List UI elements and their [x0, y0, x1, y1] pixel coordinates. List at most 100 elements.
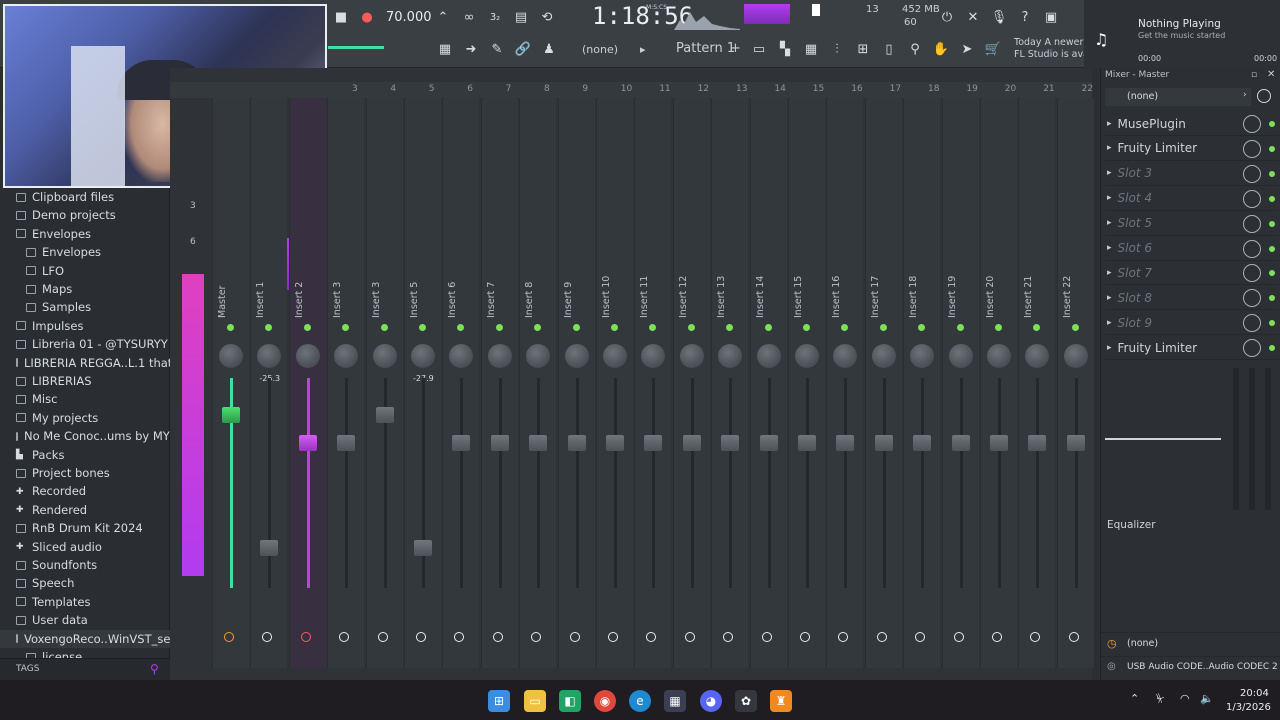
effect-slot[interactable]: ▸ Slot 5	[1105, 212, 1279, 236]
browser-item[interactable]: Envelopes	[0, 243, 170, 261]
add-pattern-button[interactable]: +	[730, 41, 741, 56]
mute-led[interactable]	[995, 324, 1002, 331]
browser-item[interactable]: Clipboard files	[0, 188, 170, 206]
slot-mix-knob[interactable]	[1243, 314, 1261, 333]
volume-fader[interactable]	[222, 406, 240, 423]
fl-recorder-icon[interactable]: ✿	[735, 690, 757, 712]
browser-item[interactable]: Demo projects	[0, 206, 170, 224]
pan-knob[interactable]	[795, 344, 819, 368]
help-icon[interactable]: ?	[1014, 6, 1036, 28]
mute-led[interactable]	[419, 324, 426, 331]
pan-knob[interactable]	[987, 344, 1011, 368]
browser-item[interactable]: Misc	[0, 390, 170, 408]
windows-start-icon[interactable]: ⊞	[488, 690, 510, 712]
piano-roll-icon[interactable]: ▦	[434, 38, 456, 60]
volume-fader[interactable]	[260, 539, 279, 556]
microphone-tray-icon[interactable]: ⏧	[1156, 692, 1165, 706]
volume-fader[interactable]	[337, 435, 356, 451]
route-button[interactable]	[454, 632, 465, 642]
tempo-display[interactable]: 70.000	[386, 10, 432, 25]
slot-mix-knob[interactable]	[1243, 339, 1261, 358]
playlist-icon[interactable]: ▭	[748, 38, 770, 60]
mixer-strip[interactable]: Insert 11	[634, 98, 672, 668]
clock-date[interactable]: 1/3/2026	[1226, 702, 1271, 713]
route-button[interactable]	[684, 632, 695, 642]
slot-enable-led[interactable]	[1269, 320, 1275, 327]
effect-slot[interactable]: ▸ Slot 4	[1105, 187, 1279, 211]
clock-time[interactable]: 20:04	[1240, 688, 1269, 699]
volume-fader[interactable]	[874, 435, 893, 451]
pan-knob[interactable]	[564, 344, 589, 368]
volume-fader[interactable]	[414, 539, 432, 556]
tools-icon[interactable]: ✕	[962, 6, 984, 28]
route-button[interactable]	[1068, 632, 1079, 642]
slot-enable-led[interactable]	[1269, 220, 1275, 227]
mute-led[interactable]	[572, 324, 580, 331]
mixer-strip[interactable]: Insert 3	[365, 98, 403, 668]
mixer-strip[interactable]: Insert 1-25.3	[250, 98, 288, 668]
effect-slot[interactable]: ▸ Slot 6	[1105, 237, 1279, 261]
pan-knob[interactable]	[411, 344, 435, 368]
route-button[interactable]	[492, 632, 503, 642]
mixer-strip[interactable]: Insert 9	[557, 98, 595, 668]
pan-knob[interactable]	[679, 344, 704, 368]
mute-led[interactable]	[380, 324, 388, 331]
touch-keyboard-icon[interactable]: ✋	[930, 38, 952, 60]
slot-mix-knob[interactable]	[1243, 289, 1261, 308]
step-sequencer-icon[interactable]: ▦	[800, 38, 822, 60]
browser-item[interactable]: Speech	[0, 574, 170, 592]
mute-led[interactable]	[687, 324, 695, 331]
route-button[interactable]	[800, 632, 810, 642]
effect-slot[interactable]: ▸ Fruity Limiter	[1105, 336, 1279, 361]
browser-item[interactable]: ▙ Packs	[0, 446, 170, 464]
mute-led[interactable]	[726, 324, 734, 331]
slot-mix-knob[interactable]	[1243, 264, 1261, 283]
browser-tree-icon[interactable]: ⊞	[852, 38, 874, 60]
mixer-strip[interactable]: Insert 14	[749, 98, 787, 668]
route-button[interactable]	[339, 632, 350, 642]
mixer-strip[interactable]: Insert 21	[1018, 98, 1056, 668]
pan-knob[interactable]	[756, 344, 781, 368]
mixer-strip[interactable]: Insert 13	[711, 98, 749, 668]
detach-icon[interactable]: ▫	[1251, 70, 1257, 80]
mute-led[interactable]	[303, 324, 311, 331]
slot-enable-led[interactable]	[1269, 195, 1275, 202]
route-button[interactable]	[1030, 632, 1041, 642]
volume-fader[interactable]	[1028, 435, 1047, 451]
mixer-strip[interactable]: Master	[212, 98, 249, 668]
slot-enable-led[interactable]	[1269, 295, 1275, 302]
slot-mix-knob[interactable]	[1243, 139, 1261, 158]
mixer-icon[interactable]: ⫶	[826, 38, 848, 60]
mixer-strip[interactable]: Insert 7	[480, 98, 518, 668]
route-button[interactable]	[531, 632, 542, 642]
pan-knob[interactable]	[295, 344, 320, 368]
pan-knob[interactable]	[910, 344, 935, 368]
stamp-icon[interactable]: ♟	[538, 38, 560, 60]
pan-knob[interactable]	[641, 344, 666, 368]
slot-mix-knob[interactable]	[1243, 239, 1261, 258]
effect-slot[interactable]: ▸ MusePlugin	[1105, 112, 1279, 136]
mixer-strip[interactable]: Insert 18	[903, 98, 941, 668]
volume-fader[interactable]	[644, 435, 663, 451]
slot-mix-knob[interactable]	[1243, 214, 1261, 233]
volume-fader[interactable]	[490, 435, 509, 451]
volume-fader[interactable]	[529, 435, 548, 451]
slot-enable-led[interactable]	[1269, 121, 1275, 127]
mute-led[interactable]	[265, 324, 273, 331]
route-button[interactable]	[224, 632, 234, 642]
output-device-row[interactable]: ◎ USB Audio CODE..Audio CODEC 2	[1101, 656, 1280, 678]
file-explorer-icon[interactable]: ▭	[524, 690, 546, 712]
browser-item[interactable]: My projects	[0, 409, 170, 427]
mixer-strip[interactable]: Insert 22	[1056, 98, 1094, 668]
mixer-strip[interactable]: Insert 5-27.9	[404, 98, 441, 668]
channel-rack-icon[interactable]: ▚	[774, 38, 796, 60]
record-button[interactable]: ●	[356, 6, 378, 28]
master-volume-slider[interactable]	[328, 46, 384, 49]
pan-knob[interactable]	[526, 344, 551, 368]
slot-enable-led[interactable]	[1269, 245, 1275, 252]
effect-slot[interactable]: ▸ Slot 9	[1105, 311, 1279, 336]
pan-knob[interactable]	[871, 344, 896, 368]
volume-fader[interactable]	[913, 435, 932, 451]
mute-led[interactable]	[803, 324, 810, 331]
volume-fader[interactable]	[1066, 435, 1085, 451]
